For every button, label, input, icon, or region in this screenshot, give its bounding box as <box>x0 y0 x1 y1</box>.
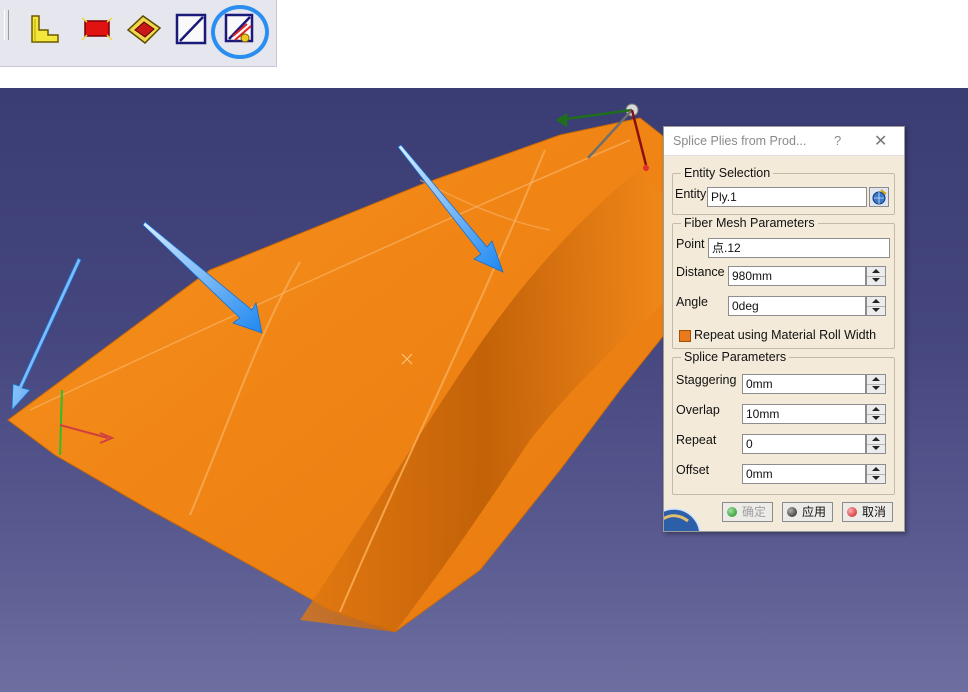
ok-label: 确定 <box>742 505 767 519</box>
cancel-label: 取消 <box>862 505 887 519</box>
repeat-material-roll-label: Repeat using Material Roll Width <box>694 328 877 342</box>
cancel-dot-icon <box>847 507 857 517</box>
overlap-spinner[interactable] <box>866 404 886 424</box>
point-label: Point <box>676 237 705 251</box>
distance-spinner[interactable] <box>866 266 886 286</box>
diamond-surface-button[interactable] <box>125 10 163 48</box>
earth-icon <box>664 508 701 531</box>
distance-label: Distance <box>676 265 725 279</box>
toolbar-grip[interactable] <box>4 10 9 40</box>
entity-selection-legend: Entity Selection <box>681 166 774 180</box>
help-button[interactable]: ? <box>834 133 841 148</box>
step-profile-icon <box>31 15 59 43</box>
distance-field[interactable]: 980mm <box>728 266 866 286</box>
apply-dot-icon <box>787 507 797 517</box>
staggering-field[interactable]: 0mm <box>742 374 866 394</box>
splice-plies-dialog: Splice Plies from Prod... ? ✕ Entity Sel… <box>663 126 905 532</box>
entity-field[interactable]: Ply.1 <box>707 187 867 207</box>
dialog-title: Splice Plies from Prod... <box>673 134 807 148</box>
cancel-button[interactable]: 取消 <box>842 502 893 522</box>
red-rectangle-button[interactable] <box>78 10 116 48</box>
ok-dot-icon <box>727 507 737 517</box>
highlight-circle <box>211 5 269 59</box>
toolbar <box>0 0 277 67</box>
apply-button[interactable]: 应用 <box>782 502 833 522</box>
repeat-spinner[interactable] <box>866 434 886 454</box>
ok-button[interactable]: 确定 <box>722 502 773 522</box>
diamond-surface-icon <box>126 15 162 44</box>
entity-label: Entity <box>675 187 707 201</box>
red-rectangle-icon <box>81 17 113 41</box>
angle-field[interactable]: 0deg <box>728 296 866 316</box>
overlap-label: Overlap <box>676 403 720 417</box>
repeat-label: Repeat <box>676 433 717 447</box>
offset-label: Offset <box>676 463 710 477</box>
staggering-spinner[interactable] <box>866 374 886 394</box>
selection-globe-icon <box>872 189 887 205</box>
diagonal-frame-icon <box>175 13 207 45</box>
repeat-field[interactable]: 0 <box>742 434 866 454</box>
offset-field[interactable]: 0mm <box>742 464 866 484</box>
diagonal-frame-button[interactable] <box>172 10 210 48</box>
entity-pick-button[interactable] <box>869 187 889 207</box>
close-icon[interactable]: ✕ <box>874 131 887 151</box>
step-profile-button[interactable] <box>26 10 64 48</box>
offset-spinner[interactable] <box>866 464 886 484</box>
angle-spinner[interactable] <box>866 296 886 316</box>
staggering-label: Staggering <box>676 373 737 387</box>
point-field[interactable]: 点.12 <box>708 238 890 258</box>
dialog-titlebar[interactable]: Splice Plies from Prod... ? ✕ <box>664 127 904 156</box>
repeat-material-roll-checkbox[interactable] <box>679 330 691 342</box>
splice-parameters-legend: Splice Parameters <box>681 350 790 364</box>
apply-label: 应用 <box>802 505 827 519</box>
overlap-field[interactable]: 10mm <box>742 404 866 424</box>
angle-label: Angle <box>676 295 708 309</box>
fiber-mesh-legend: Fiber Mesh Parameters <box>681 216 818 230</box>
